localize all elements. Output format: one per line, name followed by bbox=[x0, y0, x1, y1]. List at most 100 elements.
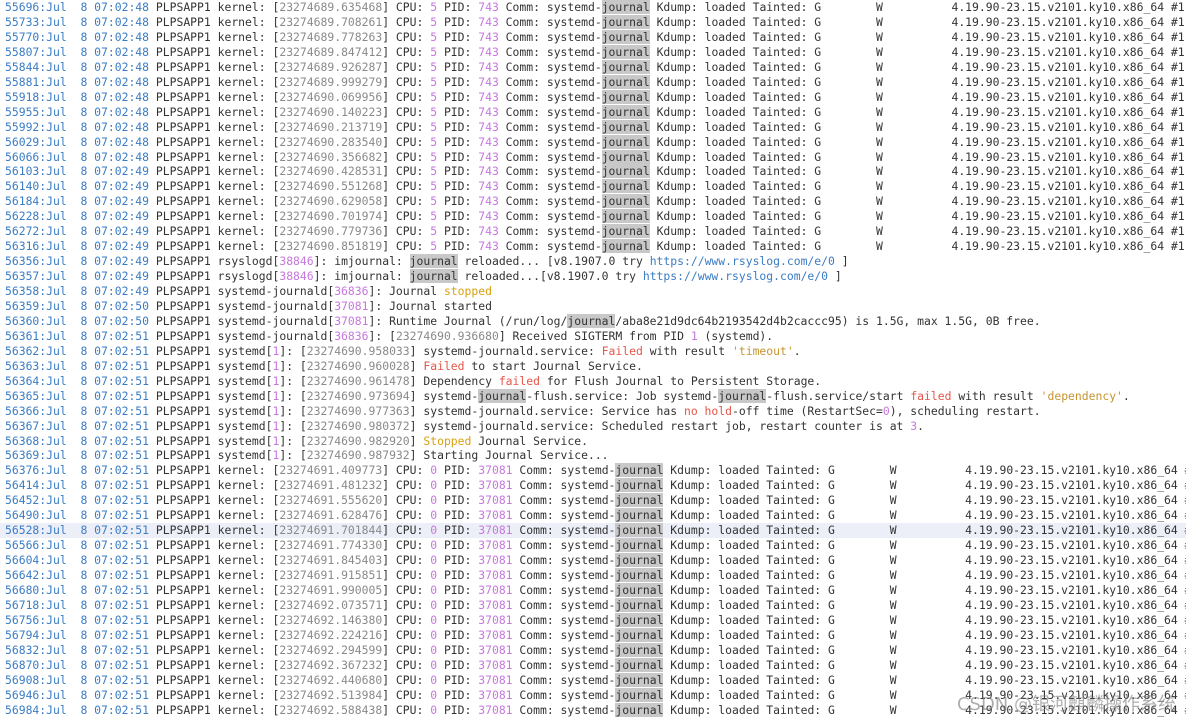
source: kernel: [ bbox=[217, 628, 280, 642]
log-line[interactable]: 56362:Jul 8 07:02:51 PLPSAPP1 systemd[1]… bbox=[0, 344, 1186, 359]
timestamp: Jul 8 07:02:50 bbox=[46, 314, 150, 328]
log-line[interactable]: 56359:Jul 8 07:02:50 PLPSAPP1 systemd-jo… bbox=[0, 299, 1186, 314]
hostname: PLPSAPP1 bbox=[149, 209, 218, 223]
timestamp: Jul 8 07:02:48 bbox=[46, 105, 150, 119]
log-line[interactable]: 55844:Jul 8 07:02:48 PLPSAPP1 kernel: [2… bbox=[0, 60, 1186, 75]
kernel-time: 23274692.294599 bbox=[279, 643, 383, 657]
log-line[interactable]: 55733:Jul 8 07:02:48 PLPSAPP1 kernel: [2… bbox=[0, 15, 1186, 30]
search-highlight: journal bbox=[601, 209, 650, 223]
log-line[interactable]: 56794:Jul 8 07:02:51 PLPSAPP1 kernel: [2… bbox=[0, 628, 1186, 643]
log-line[interactable]: 56369:Jul 8 07:02:51 PLPSAPP1 systemd[1]… bbox=[0, 448, 1186, 463]
log-line[interactable]: 55918:Jul 8 07:02:48 PLPSAPP1 kernel: [2… bbox=[0, 90, 1186, 105]
timestamp: Jul 8 07:02:49 bbox=[46, 179, 150, 193]
source: kernel: [ bbox=[217, 15, 280, 29]
log-line[interactable]: 56452:Jul 8 07:02:51 PLPSAPP1 kernel: [2… bbox=[0, 493, 1186, 508]
log-line[interactable]: 56363:Jul 8 07:02:51 PLPSAPP1 systemd[1]… bbox=[0, 359, 1186, 374]
hostname: PLPSAPP1 bbox=[149, 194, 218, 208]
log-line[interactable]: 56103:Jul 8 07:02:49 PLPSAPP1 kernel: [2… bbox=[0, 164, 1186, 179]
text: ] CPU: bbox=[382, 553, 431, 567]
log-line[interactable]: 55955:Jul 8 07:02:48 PLPSAPP1 kernel: [2… bbox=[0, 105, 1186, 120]
search-highlight: journal bbox=[601, 239, 650, 253]
pid-value: 37081 bbox=[478, 583, 513, 597]
text: ] CPU: bbox=[382, 105, 431, 119]
log-line[interactable]: 56414:Jul 8 07:02:51 PLPSAPP1 kernel: [2… bbox=[0, 478, 1186, 493]
line-number: 56365: bbox=[5, 389, 47, 403]
log-line[interactable]: 56756:Jul 8 07:02:51 PLPSAPP1 kernel: [2… bbox=[0, 613, 1186, 628]
log-line[interactable]: 56832:Jul 8 07:02:51 PLPSAPP1 kernel: [2… bbox=[0, 643, 1186, 658]
hostname: PLPSAPP1 bbox=[149, 448, 218, 462]
text: PID: bbox=[437, 15, 479, 29]
log-line[interactable]: 56908:Jul 8 07:02:51 PLPSAPP1 kernel: [2… bbox=[0, 673, 1186, 688]
text: PID: bbox=[437, 120, 479, 134]
log-line[interactable]: 56642:Jul 8 07:02:51 PLPSAPP1 kernel: [2… bbox=[0, 568, 1186, 583]
log-line[interactable]: 56870:Jul 8 07:02:51 PLPSAPP1 kernel: [2… bbox=[0, 658, 1186, 673]
text: PID: bbox=[437, 508, 479, 522]
log-line[interactable]: 56360:Jul 8 07:02:50 PLPSAPP1 systemd-jo… bbox=[0, 314, 1186, 329]
log-line[interactable]: 56140:Jul 8 07:02:49 PLPSAPP1 kernel: [2… bbox=[0, 179, 1186, 194]
log-line[interactable]: 55696:Jul 8 07:02:48 PLPSAPP1 kernel: [2… bbox=[0, 0, 1186, 15]
log-view[interactable]: 55696:Jul 8 07:02:48 PLPSAPP1 kernel: [2… bbox=[0, 0, 1186, 720]
log-text: systemd[ bbox=[217, 389, 273, 403]
timestamp: Jul 8 07:02:51 bbox=[46, 553, 150, 567]
log-line[interactable]: 56490:Jul 8 07:02:51 PLPSAPP1 kernel: [2… bbox=[0, 508, 1186, 523]
log-line[interactable]: 56029:Jul 8 07:02:48 PLPSAPP1 kernel: [2… bbox=[0, 135, 1186, 150]
log-line[interactable]: 56228:Jul 8 07:02:49 PLPSAPP1 kernel: [2… bbox=[0, 209, 1186, 224]
line-number: 56103: bbox=[5, 164, 47, 178]
log-line[interactable]: 56376:Jul 8 07:02:51 PLPSAPP1 kernel: [2… bbox=[0, 463, 1186, 478]
text: Comm: systemd- bbox=[512, 673, 616, 687]
log-line[interactable]: 56361:Jul 8 07:02:51 PLPSAPP1 systemd-jo… bbox=[0, 329, 1186, 344]
log-line[interactable]: 56364:Jul 8 07:02:51 PLPSAPP1 systemd[1]… bbox=[0, 374, 1186, 389]
log-line[interactable]: 56566:Jul 8 07:02:51 PLPSAPP1 kernel: [2… bbox=[0, 538, 1186, 553]
log-line[interactable]: 56366:Jul 8 07:02:51 PLPSAPP1 systemd[1]… bbox=[0, 404, 1186, 419]
log-line[interactable]: 55992:Jul 8 07:02:48 PLPSAPP1 kernel: [2… bbox=[0, 120, 1186, 135]
log-line[interactable]: 56528:Jul 8 07:02:51 PLPSAPP1 kernel: [2… bbox=[0, 523, 1186, 538]
log-line[interactable]: 56357:Jul 8 07:02:49 PLPSAPP1 rsyslogd[3… bbox=[0, 269, 1186, 284]
log-text: systemd-journald[ bbox=[217, 329, 335, 343]
timestamp: Jul 8 07:02:48 bbox=[46, 0, 150, 14]
log-text: -flush.service/start bbox=[766, 389, 911, 403]
line-number: 56984: bbox=[5, 703, 47, 717]
text: ] CPU: bbox=[382, 493, 431, 507]
log-line[interactable]: 56358:Jul 8 07:02:49 PLPSAPP1 systemd-jo… bbox=[0, 284, 1186, 299]
log-line[interactable]: 56718:Jul 8 07:02:51 PLPSAPP1 kernel: [2… bbox=[0, 598, 1186, 613]
log-line[interactable]: 56184:Jul 8 07:02:49 PLPSAPP1 kernel: [2… bbox=[0, 194, 1186, 209]
log-line[interactable]: 56272:Jul 8 07:02:49 PLPSAPP1 kernel: [2… bbox=[0, 224, 1186, 239]
text: Comm: systemd- bbox=[498, 224, 602, 238]
line-number: 56359: bbox=[5, 299, 47, 313]
log-text: rsyslogd[ bbox=[217, 254, 280, 268]
text: Kdump: loaded Tainted: G W 4.19.90-23.15… bbox=[649, 209, 1185, 223]
hostname: PLPSAPP1 bbox=[149, 30, 218, 44]
log-line[interactable]: 56680:Jul 8 07:02:51 PLPSAPP1 kernel: [2… bbox=[0, 583, 1186, 598]
hostname: PLPSAPP1 bbox=[149, 284, 218, 298]
source: kernel: [ bbox=[217, 179, 280, 193]
text: PID: bbox=[437, 75, 479, 89]
log-line[interactable]: 56066:Jul 8 07:02:48 PLPSAPP1 kernel: [2… bbox=[0, 150, 1186, 165]
pid-value: 37081 bbox=[478, 628, 513, 642]
text: Comm: systemd- bbox=[498, 135, 602, 149]
log-text: systemd-journald[ bbox=[217, 284, 335, 298]
pid-value: 743 bbox=[478, 45, 499, 59]
kernel-time: 23274689.778263 bbox=[279, 30, 383, 44]
log-line[interactable]: 56604:Jul 8 07:02:51 PLPSAPP1 kernel: [2… bbox=[0, 553, 1186, 568]
source: kernel: [ bbox=[217, 658, 280, 672]
hostname: PLPSAPP1 bbox=[149, 538, 218, 552]
log-text: ] bbox=[834, 254, 849, 268]
log-line[interactable]: 55770:Jul 8 07:02:48 PLPSAPP1 kernel: [2… bbox=[0, 30, 1186, 45]
line-number: 56490: bbox=[5, 508, 47, 522]
log-text: ]: [ bbox=[279, 434, 307, 448]
log-line[interactable]: 55807:Jul 8 07:02:48 PLPSAPP1 kernel: [2… bbox=[0, 45, 1186, 60]
log-line[interactable]: 56356:Jul 8 07:02:49 PLPSAPP1 rsyslogd[3… bbox=[0, 254, 1186, 269]
log-text: systemd[ bbox=[217, 448, 273, 462]
log-line[interactable]: 56368:Jul 8 07:02:51 PLPSAPP1 systemd[1]… bbox=[0, 434, 1186, 449]
line-number: 56366: bbox=[5, 404, 47, 418]
log-text: 36836 bbox=[334, 329, 369, 343]
log-line[interactable]: 56316:Jul 8 07:02:49 PLPSAPP1 kernel: [2… bbox=[0, 239, 1186, 254]
log-line[interactable]: 56367:Jul 8 07:02:51 PLPSAPP1 systemd[1]… bbox=[0, 419, 1186, 434]
log-text: 1 bbox=[690, 329, 698, 343]
log-line[interactable]: 56365:Jul 8 07:02:51 PLPSAPP1 systemd[1]… bbox=[0, 389, 1186, 404]
text: ] CPU: bbox=[382, 45, 431, 59]
line-number: 56528: bbox=[5, 523, 47, 537]
text: PID: bbox=[437, 224, 479, 238]
log-line[interactable]: 55881:Jul 8 07:02:48 PLPSAPP1 kernel: [2… bbox=[0, 75, 1186, 90]
log-text: stopped bbox=[443, 284, 492, 298]
